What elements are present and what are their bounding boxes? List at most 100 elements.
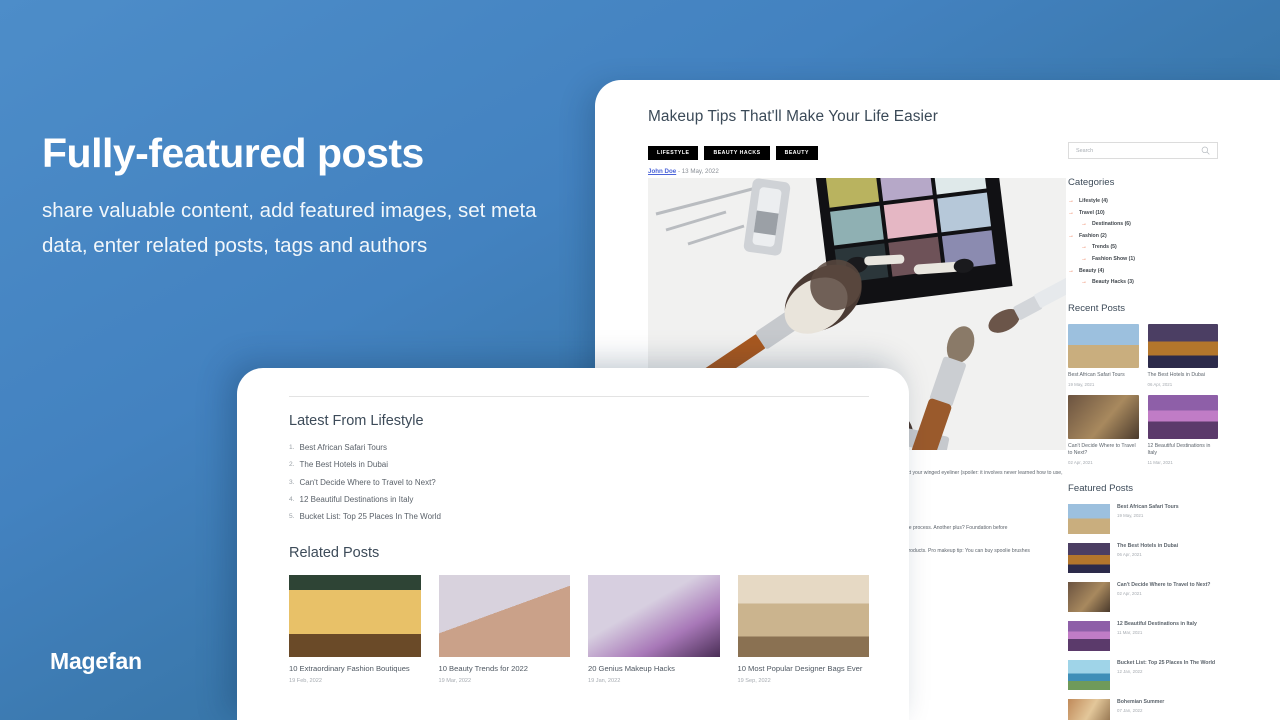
category-item-beauty[interactable]: → Beauty (4) [1068,268,1218,274]
list-item-label: 12 Beautiful Destinations in Italy [299,494,414,504]
latest-from-lifestyle-heading: Latest From Lifestyle [289,413,424,429]
makeup-brushes-thumbnail [588,575,720,658]
article-tag-list: LIFESTYLE BEAUTY HACKS BEAUTY [648,146,1058,160]
arrow-icon: → [1081,244,1087,251]
featured-post-item[interactable]: Bucket List: Top 25 Places In The World … [1068,659,1218,690]
list-item-label: The Best Hotels in Dubai [299,460,389,470]
tag-beauty[interactable]: BEAUTY [775,146,818,160]
dubai-thumbnail [1068,542,1110,573]
recent-posts-grid: Best African Safari Tours 19 May, 2021 T… [1068,324,1218,465]
list-number: 3. [289,478,295,486]
divider [289,396,869,397]
category-label: Beauty (4) [1079,267,1105,274]
bohemian-thumbnail [1068,698,1110,720]
category-item-lifestyle[interactable]: → Lifestyle (4) [1068,198,1218,204]
recent-post-date: 02 Apr, 2021 [1068,459,1093,465]
list-number: 2. [289,461,295,469]
list-item[interactable]: 2. The Best Hotels in Dubai [289,460,869,469]
related-post-title: 20 Genius Makeup Hacks [588,664,675,674]
category-item-beauty-hacks[interactable]: → Beauty Hacks (3) [1068,279,1218,285]
arrow-icon: → [1068,267,1074,274]
category-item-destinations[interactable]: → Destinations (6) [1068,221,1218,227]
recent-post-item[interactable]: The Best Hotels in Dubai 06 Apr, 2021 [1147,324,1218,387]
recent-post-item[interactable]: Can't Decide Where to Travel to Next? 02… [1068,394,1139,465]
related-post-card[interactable]: 10 Most Popular Designer Bags Ever 19 Se… [737,575,869,684]
promo-title: Fully-featured posts [42,130,424,176]
featured-post-item[interactable]: 12 Beautiful Destinations in Italy 11 Ma… [1068,620,1218,651]
list-item[interactable]: 4. 12 Beautiful Destinations in Italy [289,495,869,504]
featured-post-title: Bohemian Summer [1117,698,1165,705]
featured-post-date: 11 Mar, 2021 [1117,630,1143,636]
category-item-travel[interactable]: → Travel (10) [1068,210,1218,216]
related-post-date: 19 Jan, 2022 [588,678,621,685]
dubai-thumbnail [1147,324,1218,369]
featured-post-item[interactable]: Can't Decide Where to Travel to Next? 02… [1068,581,1218,612]
recent-post-date: 11 Mar, 2021 [1147,459,1173,465]
related-post-card[interactable]: 20 Genius Makeup Hacks 19 Jan, 2022 [588,575,720,684]
featured-post-item[interactable]: The Best Hotels in Dubai 06 Apr, 2021 [1068,542,1218,573]
recent-post-date: 19 May, 2021 [1068,381,1095,387]
arrow-icon: → [1081,255,1087,262]
article-title: Makeup Tips That'll Make Your Life Easie… [648,108,938,125]
tag-beauty-hacks[interactable]: BEAUTY HACKS [704,146,770,160]
featured-post-item[interactable]: Best African Safari Tours 19 May, 2021 [1068,503,1218,534]
list-number: 5. [289,513,295,521]
featured-post-date: 12 Jan, 2022 [1117,669,1143,675]
featured-post-title: The Best Hotels in Dubai [1117,542,1179,549]
article-header: Makeup Tips That'll Make Your Life Easie… [648,108,1058,175]
list-item-label: Best African Safari Tours [299,443,387,452]
italy-thumbnail [1068,620,1110,651]
arrow-icon: → [1081,221,1087,228]
blog-sidebar: Search Categories → Lifestyle (4) → Trav… [1068,142,1218,720]
featured-post-date: 19 May, 2021 [1117,513,1144,519]
article-date: 13 May, 2022 [681,168,719,175]
related-post-card[interactable]: 10 Beauty Trends for 2022 19 Mar, 2022 [438,575,570,685]
list-item[interactable]: 3. Can't Decide Where to Travel to Next? [289,478,869,487]
list-item[interactable]: 5. Bucket List: Top 25 Places In The Wor… [289,512,869,521]
arrow-icon: → [1068,209,1074,216]
arrow-icon: → [1068,232,1074,239]
category-label: Trends (5) [1092,244,1117,251]
related-post-card[interactable]: 10 Extraordinary Fashion Boutiques 19 Fe… [289,575,421,684]
category-item-trends[interactable]: → Trends (5) [1068,244,1218,250]
category-label: Destinations (6) [1092,221,1131,228]
search-input[interactable]: Search [1068,142,1218,159]
boutique-thumbnail [289,575,421,658]
featured-post-item[interactable]: Bohemian Summer 07 Jan, 2022 [1068,698,1218,720]
recent-post-title: Best African Safari Tours [1068,372,1125,379]
promo-panel: Fully-featured posts share valuable cont… [42,130,562,264]
related-post-date: 19 Feb, 2022 [289,678,322,685]
recent-post-title: Can't Decide Where to Travel to Next? [1068,442,1136,457]
categories-heading: Categories [1068,177,1115,188]
category-label: Fashion (2) [1079,232,1107,239]
featured-post-title: Can't Decide Where to Travel to Next? [1117,581,1211,588]
recent-post-item[interactable]: Best African Safari Tours 19 May, 2021 [1068,324,1139,387]
related-post-title: 10 Extraordinary Fashion Boutiques [289,664,410,674]
category-item-fashion[interactable]: → Fashion (2) [1068,233,1218,239]
recent-post-item[interactable]: 12 Beautiful Destinations in Italy 11 Ma… [1147,394,1218,465]
featured-posts-heading: Featured Posts [1068,482,1134,494]
byline-separator: - [677,168,680,175]
coast-thumbnail [1068,659,1110,690]
list-item[interactable]: 1. Best African Safari Tours [289,443,869,452]
author-link[interactable]: John Doe [648,168,676,175]
search-placeholder: Search [1076,147,1094,154]
featured-post-date: 06 Apr, 2021 [1117,552,1142,558]
arrow-icon: → [1068,198,1074,204]
related-post-date: 19 Mar, 2022 [438,678,472,685]
photos-thumbnail [1068,581,1110,612]
safari-thumbnail [1068,324,1139,369]
recent-post-date: 06 Apr, 2021 [1147,381,1173,387]
category-item-fashion-show[interactable]: → Fashion Show (1) [1068,256,1218,262]
category-label: Fashion Show (1) [1092,255,1135,262]
safari-thumbnail [1068,503,1110,534]
related-posts-grid: 10 Extraordinary Fashion Boutiques 19 Fe… [289,575,869,684]
recent-post-title: The Best Hotels in Dubai [1147,372,1205,379]
category-label: Lifestyle (4) [1079,198,1108,204]
latest-posts-list: 1. Best African Safari Tours 2. The Best… [289,443,869,521]
featured-post-title: Best African Safari Tours [1117,503,1179,510]
latest-posts-card: Latest From Lifestyle 1. Best African Sa… [237,368,909,720]
featured-post-date: 02 Apr, 2021 [1117,591,1142,597]
tag-lifestyle[interactable]: LIFESTYLE [648,146,699,160]
categories-list: → Lifestyle (4) → Travel (10) → Destinat… [1068,198,1218,285]
